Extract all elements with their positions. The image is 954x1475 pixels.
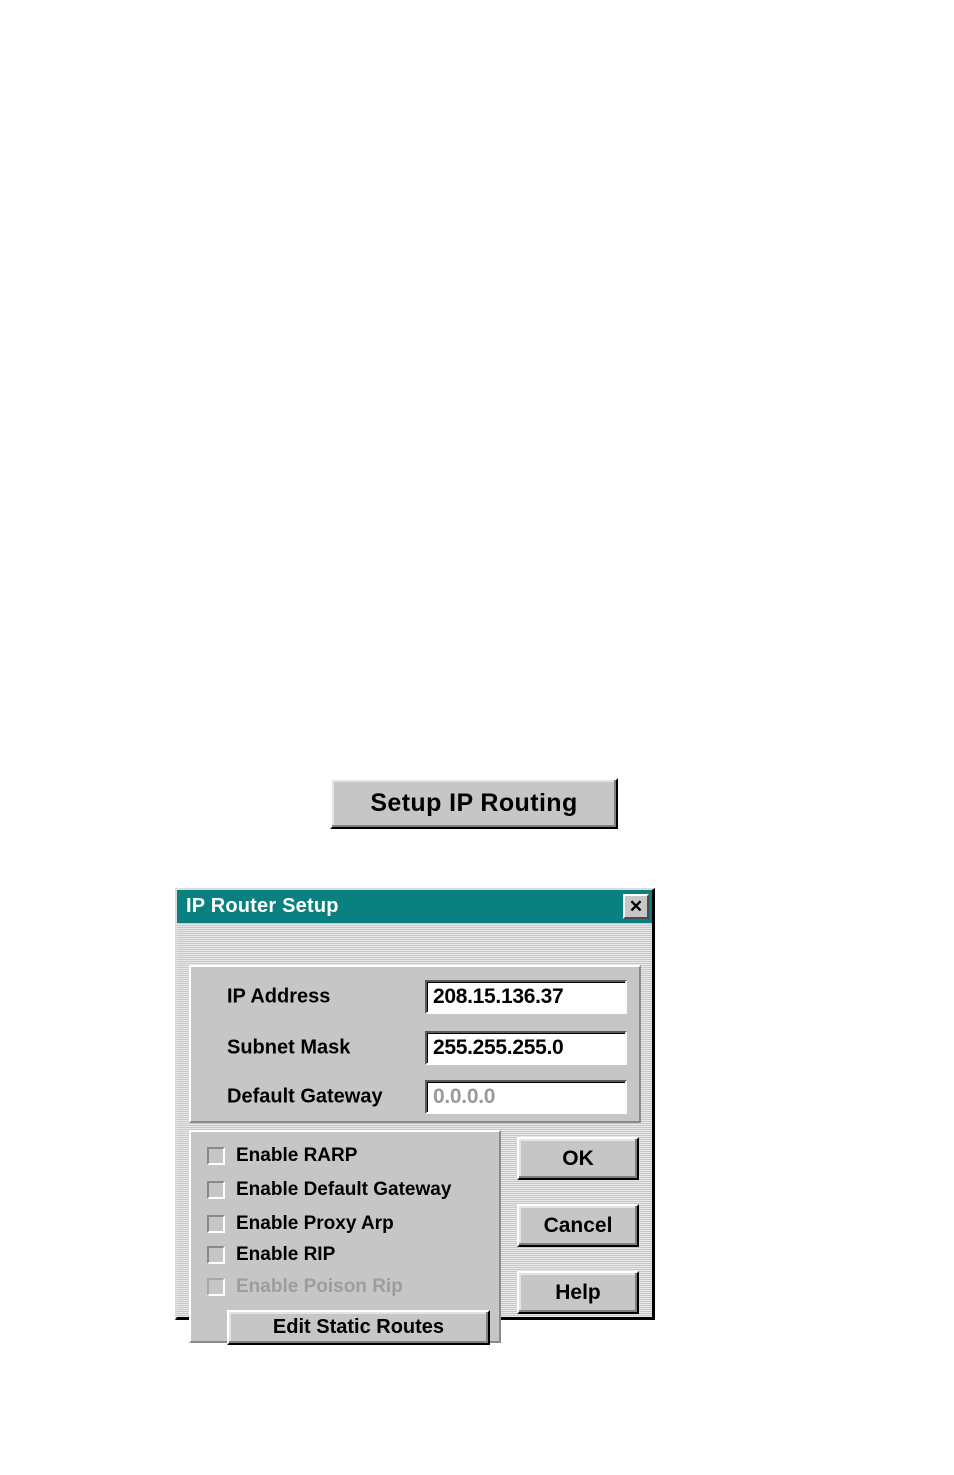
close-icon[interactable]: ✕: [623, 894, 649, 919]
subnet-mask-label: Subnet Mask: [227, 1036, 351, 1059]
checkbox-enable-default-gateway[interactable]: [207, 1181, 225, 1199]
setup-ip-routing-label: Setup IP Routing: [370, 789, 578, 817]
help-button[interactable]: Help: [517, 1271, 639, 1314]
ip-address-value: 208.15.136.37: [433, 985, 564, 1008]
dialog-titlebar[interactable]: IP Router Setup ✕: [177, 890, 652, 923]
checkbox-label-enable-default-gateway: Enable Default Gateway: [236, 1179, 452, 1200]
checkbox-label-enable-proxy-arp: Enable Proxy Arp: [236, 1213, 394, 1234]
field-row-default-gateway: Default Gateway 0.0.0.0: [191, 1080, 639, 1114]
help-button-label: Help: [555, 1280, 601, 1304]
edit-static-routes-button[interactable]: Edit Static Routes: [227, 1310, 490, 1345]
address-fields-group: IP Address 208.15.136.37 Subnet Mask 255…: [189, 965, 641, 1123]
checkbox-label-enable-rip: Enable RIP: [236, 1244, 336, 1265]
field-row-subnet-mask: Subnet Mask 255.255.255.0: [191, 1031, 639, 1065]
checkbox-enable-rip[interactable]: [207, 1246, 225, 1264]
checkbox-enable-poison-rip: [207, 1278, 225, 1296]
ip-address-label: IP Address: [227, 985, 331, 1008]
checkbox-row-enable-rip[interactable]: Enable RIP: [207, 1243, 335, 1267]
checkbox-row-enable-poison-rip: Enable Poison Rip: [207, 1275, 403, 1299]
field-row-ip-address: IP Address 208.15.136.37: [191, 980, 639, 1014]
checkbox-enable-rarp[interactable]: [207, 1147, 225, 1165]
checkbox-row-enable-proxy-arp[interactable]: Enable Proxy Arp: [207, 1212, 394, 1236]
setup-ip-routing-button[interactable]: Setup IP Routing: [330, 778, 618, 829]
checkbox-row-enable-rarp[interactable]: Enable RARP: [207, 1144, 357, 1168]
ip-address-input[interactable]: 208.15.136.37: [425, 980, 627, 1014]
checkbox-label-enable-poison-rip: Enable Poison Rip: [236, 1276, 403, 1297]
cancel-button[interactable]: Cancel: [517, 1204, 639, 1247]
subnet-mask-input[interactable]: 255.255.255.0: [425, 1031, 627, 1065]
close-icon-glyph: ✕: [628, 897, 644, 916]
checkbox-row-enable-default-gateway[interactable]: Enable Default Gateway: [207, 1178, 451, 1202]
checkbox-enable-proxy-arp[interactable]: [207, 1215, 225, 1233]
checkbox-label-enable-rarp: Enable RARP: [236, 1145, 358, 1166]
default-gateway-label: Default Gateway: [227, 1085, 383, 1108]
routing-options-group: Enable RARP Enable Default Gateway Enabl…: [189, 1130, 501, 1345]
cancel-button-label: Cancel: [543, 1213, 613, 1237]
default-gateway-input[interactable]: 0.0.0.0: [425, 1080, 627, 1114]
dialog-title: IP Router Setup: [186, 895, 339, 917]
ip-router-setup-dialog: IP Router Setup ✕ IP Address 208.15.136.…: [175, 888, 655, 1345]
ok-button[interactable]: OK: [517, 1137, 639, 1180]
default-gateway-value: 0.0.0.0: [433, 1085, 496, 1108]
subnet-mask-value: 255.255.255.0: [433, 1036, 564, 1059]
edit-static-routes-label: Edit Static Routes: [272, 1316, 445, 1338]
dialog-client-area: IP Address 208.15.136.37 Subnet Mask 255…: [177, 923, 652, 1345]
ok-button-label: OK: [562, 1146, 594, 1170]
